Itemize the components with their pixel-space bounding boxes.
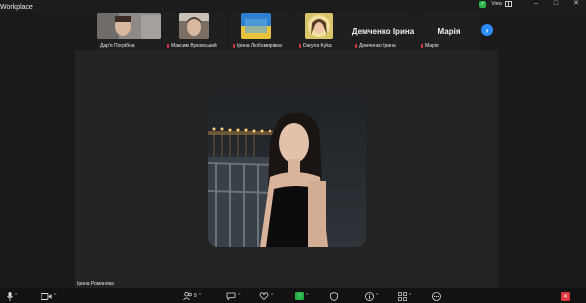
participant-tile[interactable]: Daryna Kyka: [295, 13, 359, 49]
chevron-up-icon[interactable]: ^: [376, 293, 378, 299]
participant-display-name: Марія: [437, 27, 461, 36]
chevron-right-icon: ›: [485, 25, 489, 35]
leave-button[interactable]: ✕: [561, 291, 570, 301]
participant-tile[interactable]: Демченко Ірина Демченко Ірина: [351, 13, 415, 49]
app-title-text: Workplace: [0, 4, 33, 11]
chat-icon: [226, 292, 236, 300]
app-title: ​ Workplace: [0, 0, 33, 12]
title-controls: ✓ View – □ ✕: [479, 0, 586, 8]
participant-caption: Ірина Любомирівна: [232, 43, 282, 49]
mic-muted-icon: [298, 43, 302, 49]
chevron-up-icon[interactable]: ^: [15, 293, 17, 299]
mic-muted-icon: [232, 43, 236, 49]
security-icon: [330, 291, 338, 301]
chevron-up-icon[interactable]: ^: [238, 293, 240, 299]
mute-button[interactable]: ^: [7, 291, 17, 301]
mic-icon: [7, 291, 13, 301]
maximize-icon[interactable]: □: [546, 0, 566, 8]
apps-button[interactable]: ^: [398, 291, 411, 301]
security-button[interactable]: [330, 291, 338, 301]
participants-button[interactable]: 8 ^: [183, 291, 201, 301]
mic-muted-icon: [166, 43, 170, 49]
info-icon: [365, 291, 374, 301]
chat-button[interactable]: ^: [226, 291, 240, 301]
speaker-name-label: Ірина Романова: [77, 281, 114, 287]
participant-video: [305, 13, 333, 39]
chevron-up-icon[interactable]: ^: [409, 293, 411, 299]
close-icon[interactable]: ✕: [566, 0, 586, 8]
participant-caption: Дар'я Погрібна: [100, 43, 135, 49]
participant-tile[interactable]: Марія Марія: [417, 13, 481, 49]
title-bar: ​ Workplace ✓ View – □ ✕: [0, 0, 586, 12]
participant-tile[interactable]: Ірина Любомирівна: [229, 13, 293, 49]
leave-icon: ✕: [561, 291, 570, 301]
participant-caption: Демченко Ірина: [354, 43, 396, 49]
participant-caption: Максим Вуковський: [166, 43, 217, 49]
speaker-image: [208, 91, 366, 247]
view-grid-icon[interactable]: [505, 1, 512, 7]
participant-caption: Марія: [420, 43, 439, 49]
participants-count: 8: [194, 293, 197, 299]
chevron-up-icon[interactable]: ^: [199, 293, 201, 299]
participant-display-name: Демченко Ірина: [351, 27, 415, 36]
participant-video: [97, 13, 161, 39]
speaker-photo: [208, 91, 366, 247]
participant-caption: Daryna Kyka: [298, 43, 332, 49]
chevron-up-icon[interactable]: ^: [306, 293, 308, 299]
info-button[interactable]: ^: [365, 291, 378, 301]
view-button[interactable]: View: [491, 1, 502, 7]
mic-muted-icon: [420, 43, 424, 49]
meeting-window: ​ Workplace ✓ View – □ ✕ Дар'я Погрібна: [0, 0, 586, 303]
reactions-icon: [259, 292, 269, 300]
more-icon: [432, 291, 441, 301]
meeting-toolbar: ^ ^ 8 ^ ^ ^ ↑ ^ ^ ^ ✕: [0, 288, 586, 303]
participants-icon: [183, 292, 192, 300]
chevron-up-icon[interactable]: ^: [271, 293, 273, 299]
chevron-up-icon[interactable]: ^: [54, 293, 56, 299]
reactions-button[interactable]: ^: [259, 291, 273, 301]
share-screen-icon: ↑: [295, 292, 304, 300]
encryption-shield-icon[interactable]: ✓: [479, 0, 487, 8]
participant-tile[interactable]: Максим Вуковський: [163, 13, 227, 49]
active-speaker-view: Ірина Романова: [75, 50, 498, 288]
video-icon: [41, 292, 52, 300]
apps-icon: [398, 291, 407, 301]
more-button[interactable]: [432, 291, 441, 301]
share-screen-button[interactable]: ↑ ^: [295, 291, 308, 301]
participant-strip: Дар'я Погрібна Максим Вуковський Ірина Л…: [97, 12, 481, 50]
next-page-button[interactable]: ›: [481, 24, 493, 36]
minimize-icon[interactable]: –: [526, 0, 546, 8]
participant-tile[interactable]: Дар'я Погрібна: [97, 13, 161, 49]
participant-video: [241, 13, 271, 39]
video-button[interactable]: ^: [41, 291, 56, 301]
mic-muted-icon: [354, 43, 358, 49]
participant-video: [179, 13, 209, 39]
